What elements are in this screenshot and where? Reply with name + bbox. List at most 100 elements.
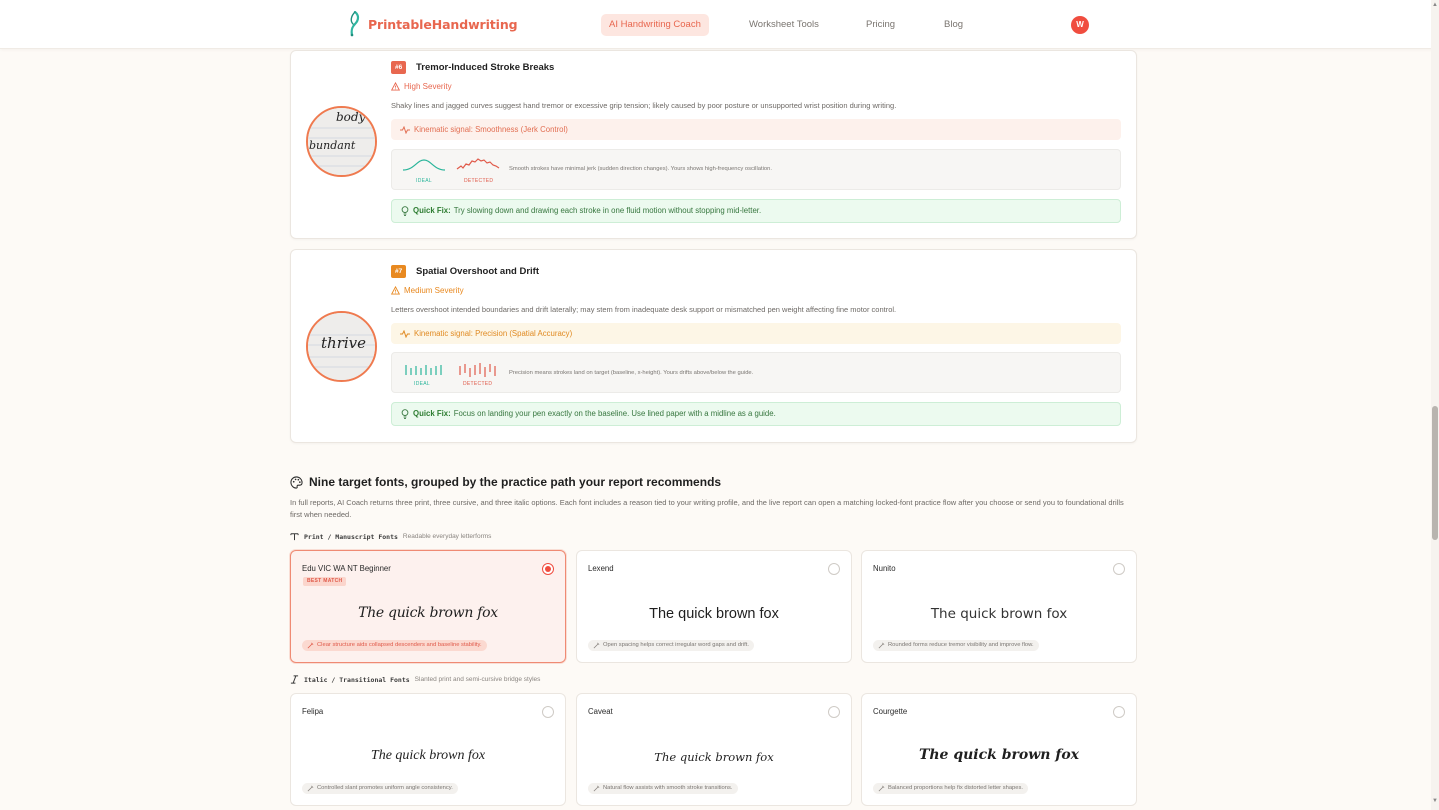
font-select-radio[interactable]	[1113, 563, 1125, 575]
sample-word-2: bundant	[309, 139, 356, 152]
detected-label: DETECTED	[464, 178, 494, 184]
text-type-icon	[290, 533, 299, 541]
nav-pricing[interactable]: Pricing	[858, 14, 903, 36]
fonts-section-heading: Nine target fonts, grouped by the practi…	[309, 475, 722, 489]
font-group-header-print: Print / Manuscript Fonts Readable everyd…	[290, 532, 491, 541]
detected-jagged-wave-icon	[456, 158, 500, 170]
stroke-comparison-visual: IDEAL DETECTED Smooth strokes have minim…	[391, 149, 1121, 190]
font-select-radio[interactable]	[1113, 706, 1125, 718]
font-select-radio[interactable]	[828, 706, 840, 718]
issue-description: Letters overshoot intended boundaries an…	[391, 305, 897, 314]
issue-number-badge: #6	[391, 61, 407, 74]
font-reason-text: Controlled slant promotes uniform angle …	[317, 785, 453, 791]
font-reason-pill: Controlled slant promotes uniform angle …	[302, 783, 458, 794]
sparkle-icon	[307, 785, 314, 792]
sparkle-icon	[878, 642, 885, 649]
font-name: Lexend	[588, 564, 614, 573]
issue-description: Shaky lines and jagged curves suggest ha…	[391, 101, 897, 110]
font-name: Nunito	[873, 564, 896, 573]
italic-icon	[290, 675, 299, 684]
severity-text: Medium Severity	[404, 286, 464, 295]
font-card-courgette[interactable]: Courgette The quick brown fox Balanced p…	[861, 693, 1137, 806]
nav-worksheet-tools[interactable]: Worksheet Tools	[741, 14, 827, 36]
handwriting-sample-thumbnail: thrive	[306, 311, 377, 382]
severity-label: Medium Severity	[391, 286, 464, 295]
font-select-radio[interactable]	[542, 563, 554, 575]
stroke-comparison-visual: IDEAL DETECTED Precision means strokes l…	[391, 352, 1121, 393]
brand-logo[interactable]: PrintableHandwriting	[346, 11, 518, 37]
quick-fix-text: Try slowing down and drawing each stroke…	[453, 206, 762, 215]
scrollbar-thumb[interactable]	[1432, 406, 1438, 540]
scroll-down-arrow-icon[interactable]: ▼	[1431, 798, 1439, 808]
font-reason-pill: Balanced proportions help fix distorted …	[873, 783, 1029, 794]
issue-title: Spatial Overshoot and Drift	[416, 266, 539, 277]
issue-card-overshoot: thrive #7 Spatial Overshoot and Drift Me…	[290, 249, 1137, 443]
handwriting-sample-thumbnail: body bundant	[306, 106, 377, 177]
font-sample: The quick brown fox	[370, 748, 486, 763]
ideal-label: IDEAL	[414, 381, 430, 387]
font-card-nunito[interactable]: Nunito The quick brown fox Rounded forms…	[861, 550, 1137, 663]
font-card-caveat[interactable]: Caveat The quick brown fox Natural flow …	[576, 693, 852, 806]
issue-number-badge: #7	[391, 265, 407, 278]
font-name: Courgette	[873, 707, 908, 716]
issue-card-tremor: body bundant #6 Tremor-Induced Stroke Br…	[290, 50, 1137, 239]
detected-uneven-bars-icon	[459, 363, 496, 377]
ideal-label: IDEAL	[416, 178, 432, 184]
signal-text: Kinematic signal: Smoothness (Jerk Contr…	[414, 125, 568, 134]
font-card-felipa[interactable]: Felipa The quick brown fox Controlled sl…	[290, 693, 566, 806]
font-sample: The quick brown fox	[930, 606, 1068, 622]
quick-fix-label: Quick Fix:	[413, 409, 451, 418]
sparkle-icon	[593, 642, 600, 649]
font-reason-text: Clear structure aids collapsed descender…	[317, 642, 482, 648]
brand-name: PrintableHandwriting	[368, 16, 518, 32]
font-reason-text: Balanced proportions help fix distorted …	[888, 785, 1024, 791]
font-select-radio[interactable]	[542, 706, 554, 718]
best-match-badge: BEST MATCH	[303, 577, 347, 586]
sparkle-icon	[593, 785, 600, 792]
font-reason-text: Rounded forms reduce tremor visibility a…	[888, 642, 1034, 648]
warning-triangle-icon	[391, 82, 400, 91]
user-avatar[interactable]: W	[1071, 16, 1089, 34]
font-reason-pill: Open spacing helps correct irregular wor…	[588, 640, 754, 651]
ideal-smooth-wave-icon	[402, 159, 446, 171]
font-card-edu-vic-wa-nt-beginner[interactable]: Edu VIC WA NT Beginner BEST MATCH The qu…	[290, 550, 566, 663]
font-name: Felipa	[302, 707, 324, 716]
font-reason-text: Open spacing helps correct irregular wor…	[603, 642, 749, 648]
group-name: Print / Manuscript Fonts	[304, 532, 398, 541]
pulse-icon	[400, 329, 410, 338]
nav-ai-handwriting-coach[interactable]: AI Handwriting Coach	[601, 14, 709, 36]
lightbulb-icon	[401, 409, 409, 419]
font-select-radio[interactable]	[828, 563, 840, 575]
quick-fix-box: Quick Fix: Focus on landing your pen exac…	[391, 402, 1121, 426]
kinematic-signal-bar: Kinematic signal: Precision (Spatial Acc…	[391, 323, 1121, 344]
page-scrollbar[interactable]	[1431, 0, 1439, 810]
ideal-even-bars-icon	[405, 365, 442, 375]
lightbulb-icon	[401, 206, 409, 216]
top-navigation: PrintableHandwriting AI Handwriting Coac…	[0, 0, 1439, 49]
sample-word: thrive	[321, 334, 367, 352]
font-name: Edu VIC WA NT Beginner	[302, 564, 391, 573]
fonts-section-title: Nine target fonts, grouped by the practi…	[290, 475, 721, 489]
fonts-section-description: In full reports, AI Coach returns three …	[290, 498, 1124, 519]
font-reason-text: Natural flow assists with smooth stroke …	[603, 785, 733, 791]
severity-label: High Severity	[391, 82, 452, 91]
group-name: Italic / Transitional Fonts	[304, 675, 410, 684]
quick-fix-text: Focus on landing your pen exactly on the…	[453, 409, 776, 418]
pulse-icon	[400, 125, 410, 134]
font-group-header-italic: Italic / Transitional Fonts Slanted prin…	[290, 675, 540, 684]
quick-fix-label: Quick Fix:	[413, 206, 451, 215]
sample-word-1: body	[336, 110, 366, 124]
font-sample: The quick brown fox	[649, 606, 779, 622]
stroke-comparison-text: Precision means strokes land on target (…	[509, 370, 754, 376]
font-sample: The quick brown fox	[918, 747, 1080, 763]
font-name: Caveat	[588, 707, 613, 716]
group-subtitle: Readable everyday letterforms	[402, 533, 492, 540]
nav-blog[interactable]: Blog	[936, 14, 971, 36]
scroll-up-arrow-icon[interactable]: ▲	[1431, 2, 1439, 12]
font-card-lexend[interactable]: Lexend The quick brown fox Open spacing …	[576, 550, 852, 663]
quick-fix-box: Quick Fix: Try slowing down and drawing e…	[391, 199, 1121, 223]
sparkle-icon	[307, 642, 314, 649]
severity-text: High Severity	[404, 82, 452, 91]
signal-text: Kinematic signal: Precision (Spatial Acc…	[414, 329, 573, 338]
font-sample: The quick brown fox	[358, 605, 498, 621]
